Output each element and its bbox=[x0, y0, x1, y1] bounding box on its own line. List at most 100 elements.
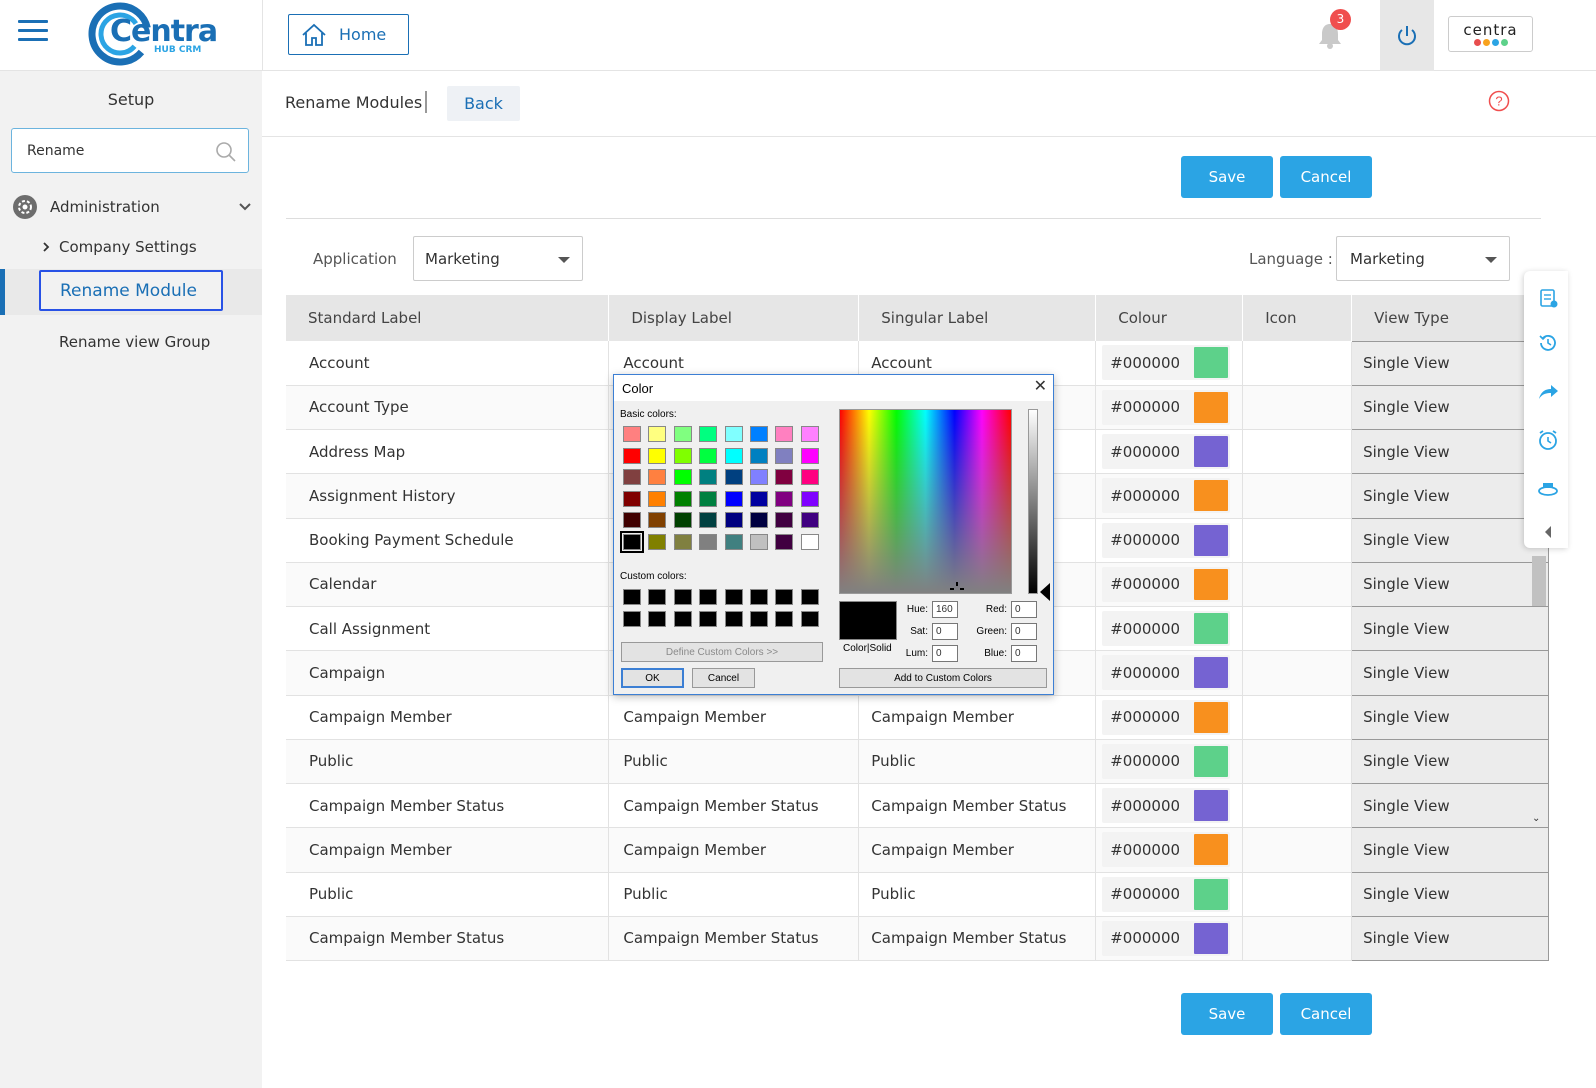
view-type-cell[interactable]: Single View bbox=[1351, 428, 1549, 475]
basic-color-swatch[interactable] bbox=[775, 512, 794, 529]
basic-color-swatch[interactable] bbox=[623, 447, 641, 464]
basic-color-swatch[interactable] bbox=[648, 426, 667, 442]
ok-button[interactable]: OK bbox=[621, 668, 684, 688]
custom-color-swatch[interactable] bbox=[648, 589, 667, 605]
singular-label-cell[interactable]: Campaign Member bbox=[858, 827, 1097, 873]
basic-color-swatch[interactable] bbox=[673, 426, 692, 442]
luminance-arrow-icon[interactable] bbox=[1040, 583, 1050, 601]
colour-swatch[interactable] bbox=[1194, 878, 1229, 910]
basic-color-swatch[interactable] bbox=[673, 512, 692, 529]
scroll-down-arrow-icon[interactable]: ⌄ bbox=[1532, 813, 1540, 824]
back-button[interactable]: Back bbox=[447, 86, 520, 121]
column-header[interactable]: Icon bbox=[1242, 295, 1353, 341]
colour-swatch[interactable] bbox=[1194, 790, 1229, 822]
column-header[interactable]: Colour bbox=[1095, 295, 1244, 341]
colour-swatch[interactable] bbox=[1194, 524, 1229, 556]
colour-picker[interactable]: #000000 bbox=[1102, 655, 1231, 691]
view-type-cell[interactable]: Single View bbox=[1351, 561, 1549, 608]
colour-picker[interactable]: #000000 bbox=[1102, 699, 1231, 735]
basic-color-swatch[interactable] bbox=[620, 531, 644, 553]
singular-label-cell[interactable]: Public bbox=[858, 872, 1097, 917]
icon-cell[interactable] bbox=[1242, 385, 1353, 431]
colour-swatch[interactable] bbox=[1194, 922, 1229, 954]
custom-color-swatch[interactable] bbox=[699, 611, 718, 627]
search-input[interactable] bbox=[12, 129, 212, 172]
basic-color-swatch[interactable] bbox=[699, 469, 718, 486]
column-header[interactable]: View Type bbox=[1351, 295, 1549, 341]
colour-swatch[interactable] bbox=[1194, 436, 1229, 468]
red-field[interactable]: 0 bbox=[1011, 601, 1037, 618]
icon-cell[interactable] bbox=[1242, 739, 1353, 785]
share-icon[interactable] bbox=[1537, 381, 1559, 403]
column-header[interactable]: Standard Label bbox=[286, 295, 610, 341]
collapse-left-icon[interactable] bbox=[1537, 521, 1559, 543]
colour-swatch[interactable] bbox=[1194, 834, 1229, 866]
colour-swatch[interactable] bbox=[1194, 745, 1229, 777]
basic-color-swatch[interactable] bbox=[724, 426, 743, 442]
singular-label-cell[interactable]: Public bbox=[858, 739, 1097, 785]
search-icon[interactable] bbox=[215, 141, 237, 167]
sidebar-item-rename-view-group[interactable]: Rename view Group bbox=[59, 333, 210, 351]
color-spectrum[interactable] bbox=[839, 409, 1012, 594]
colour-picker[interactable]: #000000 bbox=[1102, 876, 1231, 912]
colour-picker[interactable]: #000000 bbox=[1102, 434, 1231, 470]
cancel-button[interactable]: Cancel bbox=[1280, 156, 1372, 198]
column-header[interactable]: Singular Label bbox=[858, 295, 1097, 341]
add-to-custom-colors-button[interactable]: Add to Custom Colors bbox=[839, 668, 1047, 688]
basic-color-swatch[interactable] bbox=[648, 512, 667, 529]
logout-button[interactable] bbox=[1380, 0, 1434, 71]
custom-color-swatch[interactable] bbox=[673, 611, 692, 627]
icon-cell[interactable] bbox=[1242, 473, 1353, 519]
display-label-cell[interactable]: Campaign Member Status bbox=[608, 783, 860, 829]
basic-color-swatch[interactable] bbox=[623, 426, 641, 442]
basic-color-swatch[interactable] bbox=[800, 447, 819, 464]
basic-color-swatch[interactable] bbox=[724, 490, 743, 507]
blue-field[interactable]: 0 bbox=[1011, 645, 1037, 662]
singular-label-cell[interactable]: Campaign Member Status bbox=[858, 783, 1097, 829]
basic-color-swatch[interactable] bbox=[750, 447, 768, 464]
basic-color-swatch[interactable] bbox=[750, 490, 768, 507]
basic-color-swatch[interactable] bbox=[673, 534, 692, 550]
basic-color-swatch[interactable] bbox=[648, 490, 667, 507]
display-label-cell[interactable]: Campaign Member bbox=[608, 827, 860, 873]
save-button[interactable]: Save bbox=[1181, 993, 1273, 1035]
icon-cell[interactable] bbox=[1242, 341, 1353, 386]
colour-picker[interactable]: #000000 bbox=[1102, 522, 1231, 558]
save-button[interactable]: Save bbox=[1181, 156, 1273, 198]
colour-swatch[interactable] bbox=[1194, 701, 1229, 733]
custom-color-swatch[interactable] bbox=[750, 611, 768, 627]
basic-color-swatch[interactable] bbox=[800, 469, 819, 486]
basic-color-swatch[interactable] bbox=[724, 534, 743, 550]
sat-field[interactable]: 0 bbox=[932, 623, 958, 640]
colour-picker[interactable]: #000000 bbox=[1102, 743, 1231, 779]
basic-color-swatch[interactable] bbox=[699, 426, 718, 442]
home-button[interactable]: Home bbox=[288, 14, 409, 55]
singular-label-cell[interactable]: Campaign Member bbox=[858, 695, 1097, 740]
basic-color-swatch[interactable] bbox=[775, 534, 794, 550]
dialog-cancel-button[interactable]: Cancel bbox=[692, 668, 755, 688]
basic-color-swatch[interactable] bbox=[750, 469, 768, 486]
view-360-icon[interactable] bbox=[1537, 479, 1559, 501]
view-type-cell[interactable]: Single View bbox=[1351, 650, 1549, 696]
custom-color-swatch[interactable] bbox=[623, 589, 641, 605]
application-select[interactable]: Marketing bbox=[413, 236, 583, 281]
basic-color-swatch[interactable] bbox=[775, 447, 794, 464]
singular-label-cell[interactable]: Campaign Member Status bbox=[858, 916, 1097, 962]
basic-color-swatch[interactable] bbox=[800, 534, 819, 550]
basic-color-swatch[interactable] bbox=[673, 469, 692, 486]
basic-color-swatch[interactable] bbox=[724, 469, 743, 486]
basic-color-swatch[interactable] bbox=[648, 534, 667, 550]
colour-picker[interactable]: #000000 bbox=[1102, 345, 1231, 381]
custom-color-swatch[interactable] bbox=[775, 611, 794, 627]
colour-swatch[interactable] bbox=[1194, 657, 1229, 689]
basic-color-swatch[interactable] bbox=[775, 426, 794, 442]
view-type-cell[interactable]: Single View bbox=[1351, 827, 1549, 873]
view-type-cell[interactable]: Single View bbox=[1351, 738, 1549, 785]
alarm-clock-icon[interactable] bbox=[1537, 429, 1559, 451]
custom-color-swatch[interactable] bbox=[800, 611, 819, 627]
cancel-button[interactable]: Cancel bbox=[1280, 993, 1372, 1035]
colour-swatch[interactable] bbox=[1194, 568, 1229, 600]
basic-color-swatch[interactable] bbox=[775, 490, 794, 507]
sidebar-item-administration[interactable]: Administration bbox=[12, 194, 252, 220]
custom-color-swatch[interactable] bbox=[623, 611, 641, 627]
